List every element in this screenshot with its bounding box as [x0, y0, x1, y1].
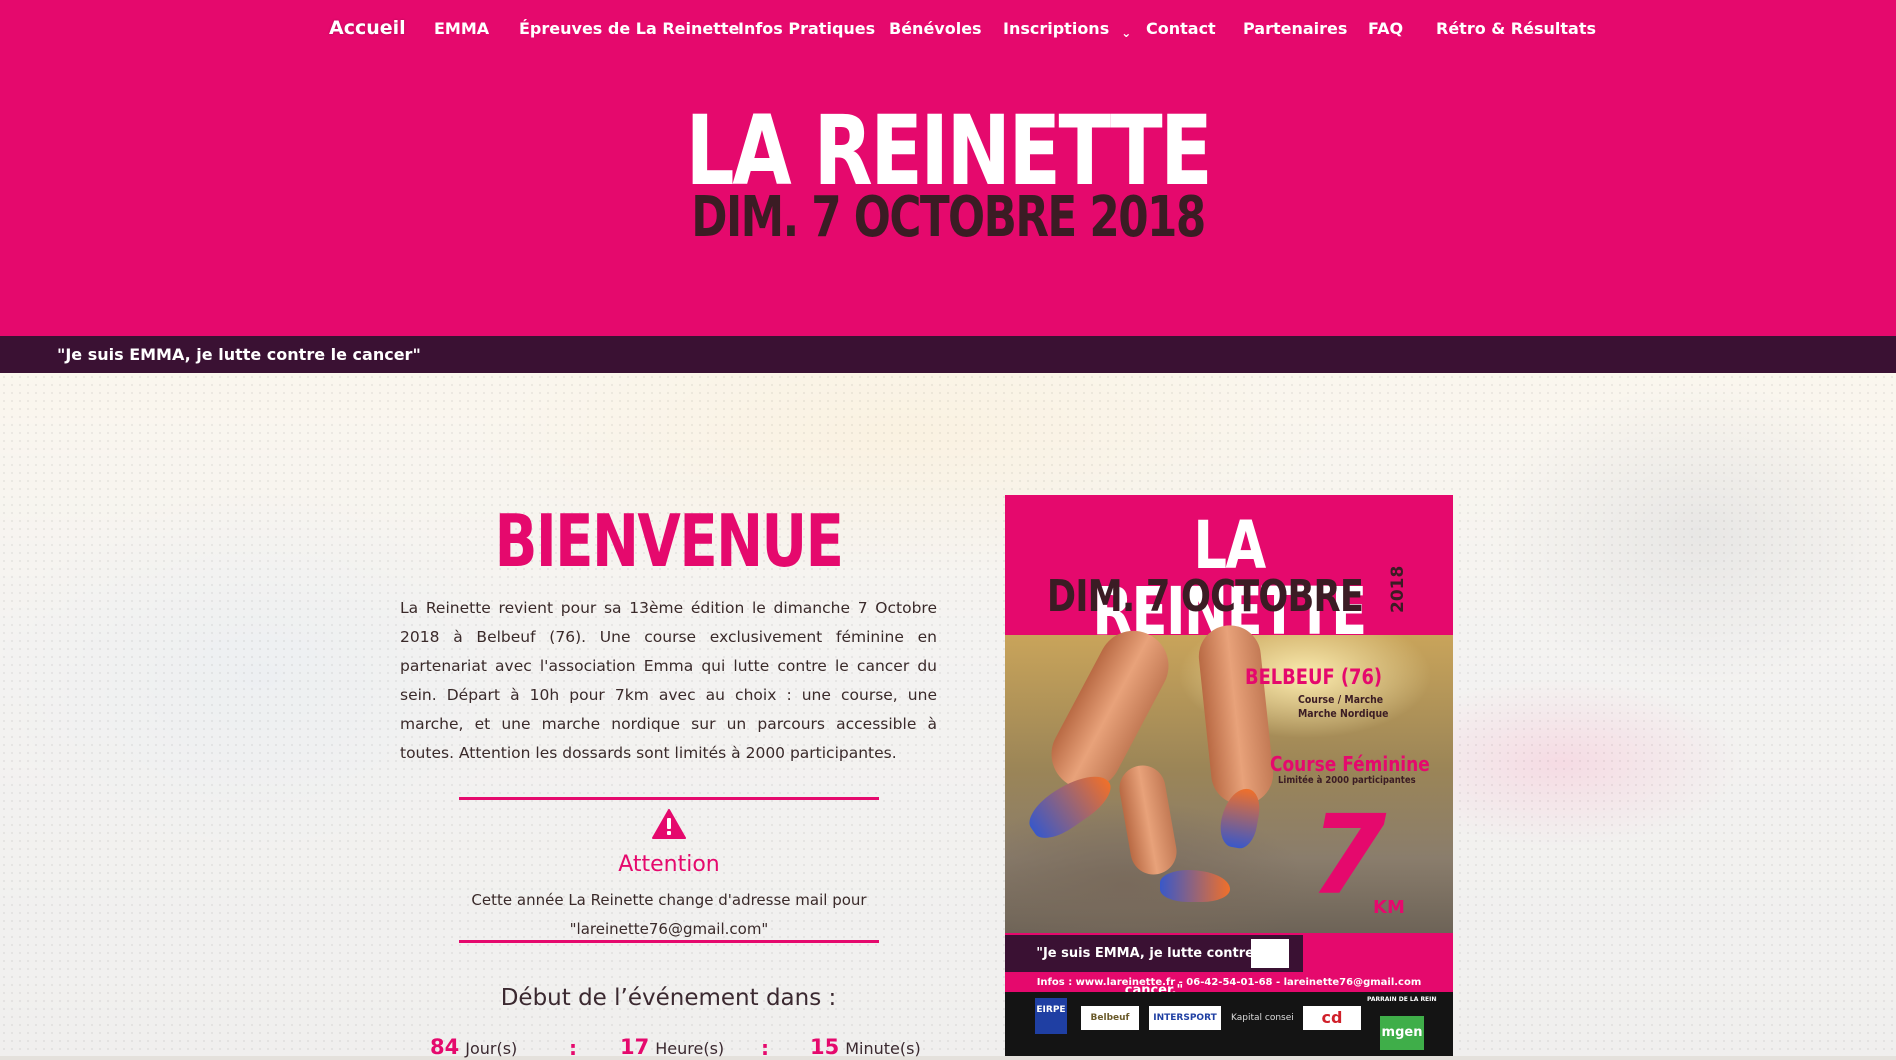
poster-sub2: Marche Nordique	[1298, 707, 1389, 720]
poster-slogan: "Je suis EMMA, je lutte contre le cancer…	[1005, 935, 1303, 998]
attention-title: Attention	[618, 852, 720, 877]
nav-inscriptions-label: Inscriptions	[1003, 19, 1110, 38]
nav-emma[interactable]: EMMA	[434, 19, 489, 38]
poster-location: BELBEUF (76)	[1245, 665, 1383, 689]
nav-contact[interactable]: Contact	[1146, 19, 1216, 38]
countdown-days-value: 84	[430, 1035, 460, 1059]
sponsor-logo: Kapital conseil	[1231, 1013, 1293, 1023]
runner-calf	[1115, 761, 1181, 879]
countdown-minutes-unit: Minute(s)	[845, 1039, 921, 1058]
event-poster[interactable]: LA REINETTE DIM. 7 OCTOBRE 2018 BELBEUF …	[1005, 495, 1453, 1056]
sponsor-logo: mgen	[1380, 1016, 1424, 1050]
countdown-days-unit: Jour(s)	[465, 1039, 518, 1058]
attention-text: Cette année La Reinette change d'adresse…	[459, 886, 879, 944]
tagline-bar: "Je suis EMMA, je lutte contre le cancer…	[0, 336, 1896, 373]
welcome-text: La Reinette revient pour sa 13ème éditio…	[400, 599, 937, 762]
nav-epreuves[interactable]: Épreuves de La Reinette	[519, 19, 739, 38]
poster-km: KM	[1373, 897, 1405, 918]
countdown-hours-unit: Heure(s)	[655, 1039, 725, 1058]
sponsor-logo: cd	[1303, 1006, 1361, 1030]
poster-header: LA REINETTE DIM. 7 OCTOBRE 2018	[1005, 495, 1453, 645]
countdown-minutes-value: 15	[810, 1035, 840, 1059]
nav-partenaires[interactable]: Partenaires	[1243, 19, 1347, 38]
welcome-title: BIENVENUE	[494, 499, 844, 583]
countdown-hours-value: 17	[620, 1035, 650, 1059]
poster-year: 2018	[1388, 565, 1408, 613]
background-photo	[0, 373, 1896, 1056]
poster-runner-photo: BELBEUF (76) Course / Marche Marche Nord…	[1005, 618, 1453, 933]
sponsor-parrain-label: PARRAIN DE LA REINETTE	[1367, 996, 1437, 1003]
attention-text-line1: Cette année La Reinette change d'adresse…	[471, 891, 867, 909]
attention-email: "lareinette76@gmail.com"	[569, 920, 769, 938]
countdown-minutes: 15 Minute(s)	[810, 1035, 921, 1059]
poster-info: Infos : www.lareinette.fr - 06-42-54-01-…	[1036, 977, 1422, 988]
site-header: Accueil EMMA Épreuves de La Reinette Inf…	[0, 0, 1896, 336]
poster-sponsors: EIRPE Belbeuf INTERSPORT Kapital conseil…	[1005, 992, 1453, 1056]
hero-date: DIM. 7 OCTOBRE 2018	[691, 185, 1206, 250]
runner-leg-right	[1195, 622, 1277, 808]
emma-logo-icon	[1251, 939, 1289, 968]
chevron-down-icon: ⌄	[1121, 26, 1132, 40]
nav-benevoles[interactable]: Bénévoles	[889, 19, 982, 38]
poster-limit: Limitée à 2000 participantes	[1278, 775, 1416, 786]
countdown-hours: 17 Heure(s)	[620, 1035, 724, 1059]
countdown-days: 84 Jour(s)	[430, 1035, 517, 1059]
poster-distance: 7	[1310, 791, 1387, 919]
main-nav: Accueil EMMA Épreuves de La Reinette Inf…	[0, 0, 1896, 60]
countdown-separator: :	[761, 1036, 769, 1060]
running-shoe-icon	[1160, 870, 1230, 902]
nav-retro-resultats[interactable]: Rétro & Résultats	[1436, 19, 1596, 38]
sponsor-logo: INTERSPORT	[1149, 1006, 1221, 1030]
nav-infos-pratiques[interactable]: Infos Pratiques	[738, 19, 875, 38]
poster-course: Course Féminine	[1270, 752, 1430, 776]
countdown-title: Début de l’événement dans :	[500, 985, 837, 1011]
poster-date: DIM. 7 OCTOBRE	[1046, 571, 1364, 622]
background-overlay	[0, 373, 1896, 1056]
attention-box: Attention Cette année La Reinette change…	[459, 797, 879, 943]
sponsor-logo: EIRPE	[1035, 998, 1067, 1034]
nav-inscriptions[interactable]: Inscriptions ⌄	[1003, 19, 1131, 40]
warning-icon	[652, 809, 686, 839]
poster-sub1: Course / Marche	[1298, 693, 1384, 706]
sponsor-logo: Belbeuf	[1081, 1006, 1139, 1030]
tagline-text: "Je suis EMMA, je lutte contre le cancer…	[57, 345, 421, 364]
nav-accueil[interactable]: Accueil	[329, 17, 406, 39]
countdown-separator: :	[569, 1036, 577, 1060]
nav-faq[interactable]: FAQ	[1368, 19, 1403, 38]
